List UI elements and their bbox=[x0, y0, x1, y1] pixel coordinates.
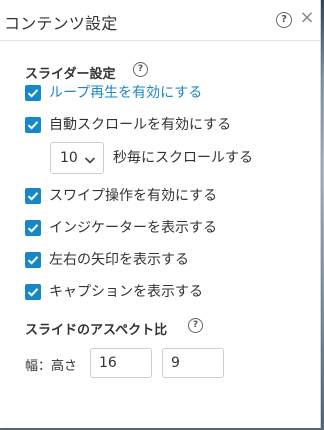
chevron-down-icon bbox=[84, 151, 96, 170]
panel-title: コンテンツ設定 bbox=[4, 14, 118, 33]
loop-label: ループ再生を有効にする bbox=[49, 85, 203, 101]
help-icon[interactable]: ? bbox=[276, 12, 292, 28]
caption-label: キャプションを表示する bbox=[49, 284, 203, 300]
checkbox-checked-icon[interactable] bbox=[25, 85, 41, 101]
content-settings-panel: コンテンツ設定 ? × スライダー設定 ? ループ再生を有効にする 自動スクロー… bbox=[0, 0, 321, 428]
checkbox-checked-icon[interactable] bbox=[25, 284, 41, 300]
aspect-ratio-title: スライドのアスペクト比 bbox=[25, 323, 168, 338]
panel-header: コンテンツ設定 ? × bbox=[0, 0, 320, 41]
interval-value: 10 bbox=[60, 150, 78, 166]
arrows-label: 左右の矢印を表示する bbox=[49, 252, 189, 268]
interval-suffix: 秒毎にスクロールする bbox=[113, 150, 253, 166]
interval-select[interactable]: 10 bbox=[50, 142, 104, 174]
checkbox-checked-icon[interactable] bbox=[25, 252, 41, 268]
slider-settings-title: スライダー設定 bbox=[25, 67, 116, 82]
aspect-ratio-help-icon[interactable]: ? bbox=[188, 318, 203, 333]
indicator-label: インジケーターを表示する bbox=[49, 220, 217, 236]
close-icon[interactable]: × bbox=[298, 9, 316, 27]
aspect-ratio-label: 幅：高さ bbox=[25, 359, 78, 374]
checkbox-checked-icon[interactable] bbox=[25, 220, 41, 236]
checkbox-checked-icon[interactable] bbox=[25, 188, 41, 204]
checkbox-checked-icon[interactable] bbox=[25, 117, 41, 133]
autoscroll-label: 自動スクロールを有効にする bbox=[49, 117, 232, 133]
aspect-height-input[interactable] bbox=[162, 348, 224, 378]
slider-settings-help-icon[interactable]: ? bbox=[133, 62, 148, 77]
aspect-width-input[interactable] bbox=[90, 348, 152, 378]
swipe-label: スワイプ操作を有効にする bbox=[49, 188, 218, 204]
